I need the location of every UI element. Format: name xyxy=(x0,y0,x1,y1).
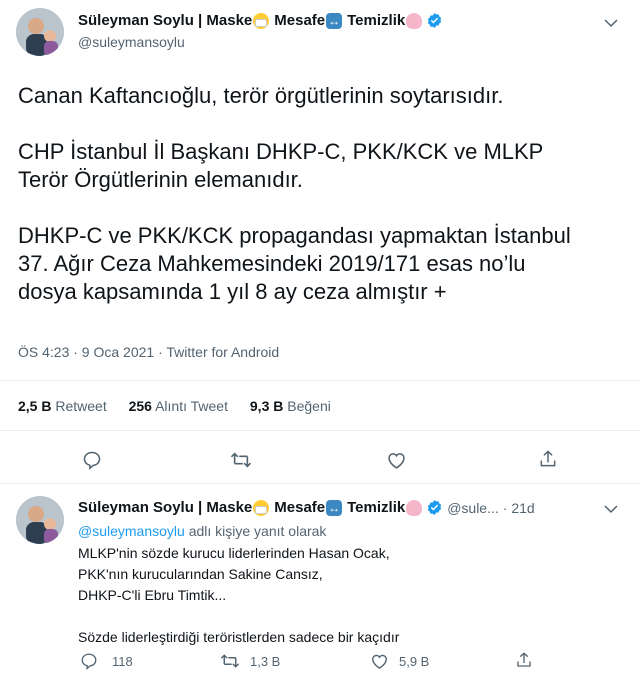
reply-more-options-chevron-icon[interactable] xyxy=(602,500,620,523)
reply-author-avatar[interactable] xyxy=(16,496,64,544)
tweet-paragraph-2-line-1: CHP İstanbul İl Başkanı DHKP-C, PKK/KCK … xyxy=(18,139,544,164)
reply-retweet-button[interactable]: 1,3 B xyxy=(220,652,280,670)
replying-to-handle-link[interactable]: @suleymansoylu xyxy=(78,523,185,539)
divider xyxy=(0,430,640,431)
tweet-paragraph-1: Canan Kaftancıoğlu, terör örgütlerinin s… xyxy=(18,83,504,108)
retweet-stat[interactable]: 2,5 B Retweet xyxy=(18,398,111,414)
left-right-arrow-emoji-icon: ↔ xyxy=(326,499,343,516)
reply-line-2: PKK'nın kurucularından Sakine Cansız, xyxy=(78,566,323,582)
quote-label: Alıntı Tweet xyxy=(155,398,228,414)
author-name-part2[interactable]: Mesafe xyxy=(274,12,325,29)
author-name-part3[interactable]: Temizlik xyxy=(347,12,405,29)
left-right-arrow-emoji-icon: ↔ xyxy=(326,12,343,29)
like-button[interactable] xyxy=(386,450,407,470)
mask-emoji-icon xyxy=(253,12,270,29)
author-name-line[interactable]: Süleyman Soylu | Maske Mesafe ↔ Temizlik xyxy=(78,12,443,29)
replying-to-line: @suleymansoylu adlı kişiye yanıt olarak xyxy=(78,521,326,542)
mask-emoji-icon xyxy=(253,499,270,516)
reply-author-name-part3[interactable]: Temizlik xyxy=(347,499,405,516)
share-icon xyxy=(517,652,531,667)
retweet-button[interactable] xyxy=(230,450,252,470)
reply-line-4: Sözde liderleştirdiği teröristlerden sad… xyxy=(78,629,400,645)
retweet-label: Retweet xyxy=(55,398,107,414)
reply-time[interactable]: · 21d xyxy=(503,500,535,516)
more-options-chevron-icon[interactable] xyxy=(602,14,620,37)
divider xyxy=(0,483,640,484)
like-count: 9,3 B xyxy=(249,398,284,414)
tweet-paragraph-3-line-1: DHKP-C ve PKK/KCK propagandası yapmaktan… xyxy=(18,223,571,248)
tweet-paragraph-3-line-2: 37. Ağır Ceza Mahkemesindeki 2019/171 es… xyxy=(18,251,526,276)
quote-count: 256 xyxy=(128,398,152,414)
reply-line-1: MLKP'nin sözde kurucu liderlerinden Hasa… xyxy=(78,545,390,561)
verified-badge-icon xyxy=(428,13,442,28)
reply-author-handle[interactable]: @sule... xyxy=(447,500,499,516)
reply-retweet-count: 1,3 B xyxy=(250,653,281,669)
tweet-body: Canan Kaftancıoğlu, terör örgütlerinin s… xyxy=(18,82,628,306)
author-avatar[interactable] xyxy=(16,8,64,56)
divider xyxy=(0,380,640,381)
author-name[interactable]: Süleyman Soylu | Maske xyxy=(78,12,252,29)
verified-badge-icon xyxy=(428,500,442,515)
tweet-timestamp[interactable]: ÖS 4:23 · 9 Oca 2021 · Twitter for Andro… xyxy=(18,344,279,360)
reply-reply-button[interactable]: 118 xyxy=(80,652,133,670)
share-button[interactable] xyxy=(538,449,558,469)
reply-share-button[interactable] xyxy=(515,651,533,674)
reply-button[interactable] xyxy=(82,450,102,470)
reply-icon xyxy=(83,451,101,470)
share-icon xyxy=(540,450,556,467)
retweet-icon xyxy=(220,654,240,668)
quote-stat[interactable]: 256 Alıntı Tweet xyxy=(129,398,232,414)
reply-reply-count: 118 xyxy=(112,653,133,669)
retweet-count: 2,5 B xyxy=(18,398,52,414)
like-icon xyxy=(372,654,387,669)
retweet-icon xyxy=(230,452,252,468)
reply-icon xyxy=(81,653,97,670)
reply-like-button[interactable]: 5,9 B xyxy=(370,652,429,670)
reply-author-name-part2[interactable]: Mesafe xyxy=(274,499,325,516)
reply-author-name-line[interactable]: Süleyman Soylu | Maske Mesafe ↔ Temizlik… xyxy=(78,499,535,516)
tweet-paragraph-3-line-3: dosya kapsamında 1 yıl 8 ay ceza almıştı… xyxy=(18,279,447,304)
like-label: Beğeni xyxy=(287,398,331,414)
reply-line-3: DHKP-C'li Ebru Timtik... xyxy=(78,587,227,603)
reply-author-name[interactable]: Süleyman Soylu | Maske xyxy=(78,499,252,516)
reply-like-count: 5,9 B xyxy=(399,653,430,669)
like-stat[interactable]: 9,3 B Beğeni xyxy=(250,398,331,414)
tweet-paragraph-2-line-2: Terör Örgütlerinin elemanıdır. xyxy=(18,167,303,192)
soap-emoji-icon xyxy=(406,12,423,29)
reply-tweet-body: MLKP'nin sözde kurucu liderlerinden Hasa… xyxy=(78,543,618,648)
like-icon xyxy=(388,453,405,469)
replying-to-suffix: adlı kişiye yanıt olarak xyxy=(184,523,327,539)
soap-emoji-icon xyxy=(406,499,423,516)
tweet-stats: 2,5 B Retweet 256 Alıntı Tweet 9,3 B Beğ… xyxy=(18,398,349,414)
author-handle[interactable]: @suleymansoylu xyxy=(78,34,185,50)
